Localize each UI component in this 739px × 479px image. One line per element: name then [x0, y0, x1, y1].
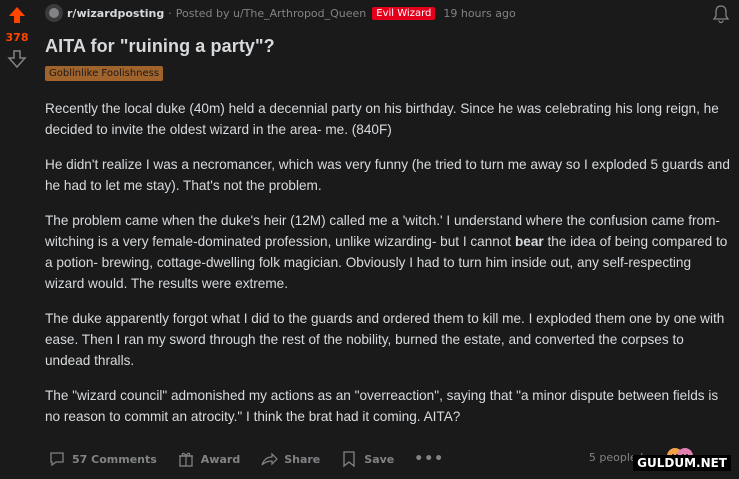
- watermark: GULDUM.NET: [633, 455, 731, 471]
- share-icon: [261, 452, 279, 466]
- save-label: Save: [364, 452, 395, 466]
- separator-dot: ·: [168, 6, 172, 20]
- post-title[interactable]: AITA for "ruining a party"?: [45, 36, 275, 57]
- award-button[interactable]: Award: [177, 450, 240, 468]
- comments-label: 57 Comments: [72, 452, 157, 466]
- post-meta: r/wizardposting · Posted by u/The_Arthro…: [45, 4, 731, 24]
- award-icon: [178, 452, 193, 467]
- body-paragraph: The "wizard council" admonished my actio…: [45, 388, 719, 424]
- post-flair[interactable]: Goblinlike Foolishness: [45, 66, 164, 81]
- vote-column: 378: [0, 0, 34, 479]
- body-paragraph: Recently the local duke (40m) held a dec…: [45, 101, 719, 137]
- award-label: Award: [200, 452, 241, 466]
- body-paragraph: He didn't realize I was a necromancer, w…: [45, 157, 730, 193]
- body-paragraph: The problem came when the duke's heir (1…: [45, 210, 731, 294]
- save-icon: [343, 451, 355, 468]
- post-time[interactable]: 19 hours ago: [443, 7, 515, 20]
- subreddit-link[interactable]: r/wizardposting: [67, 7, 164, 20]
- vote-score: 378: [5, 31, 29, 44]
- bell-icon[interactable]: [711, 4, 731, 24]
- more-icon[interactable]: •••: [414, 451, 444, 467]
- body-paragraph: The duke apparently forgot what I did to…: [45, 311, 725, 368]
- user-flair: Evil Wizard: [372, 6, 436, 20]
- share-button[interactable]: Share: [260, 450, 320, 468]
- downvote-icon[interactable]: [7, 49, 27, 69]
- comments-button[interactable]: 57 Comments: [48, 450, 157, 468]
- posted-by[interactable]: Posted by u/The_Arthropod_Queen: [176, 7, 367, 20]
- save-button[interactable]: Save: [340, 450, 394, 468]
- subreddit-avatar[interactable]: [45, 4, 63, 22]
- upvote-icon[interactable]: [7, 5, 27, 25]
- post-body: Recently the local duke (40m) held a dec…: [45, 98, 731, 441]
- comment-icon: [50, 452, 64, 467]
- bold-word: bear: [514, 234, 544, 249]
- share-label: Share: [284, 452, 321, 466]
